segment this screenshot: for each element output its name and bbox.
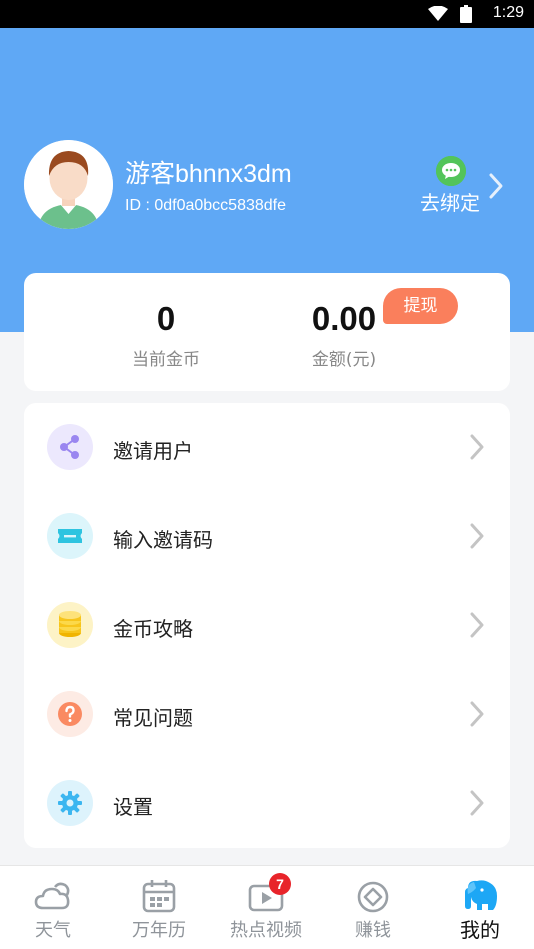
tab-label: 赚钱 (355, 920, 391, 941)
coins-icon (47, 602, 93, 648)
chevron-right-icon (470, 523, 484, 553)
menu-label: 金币攻略 (113, 617, 193, 641)
battery-icon (460, 5, 472, 27)
chevron-right-icon (488, 172, 504, 204)
menu-item-invite-users[interactable]: 邀请用户 (24, 403, 510, 492)
menu-item-faq[interactable]: 常见问题 (24, 670, 510, 759)
menu-item-settings[interactable]: 设置 (24, 759, 510, 848)
menu-label: 邀请用户 (113, 439, 193, 463)
coins-label: 当前金币 (132, 350, 200, 370)
bind-label: 去绑定 (420, 191, 480, 215)
menu-list: 邀请用户 输入邀请码 金币攻略 常见问题 设置 (24, 403, 510, 848)
earn-icon (353, 878, 393, 914)
chevron-right-icon (470, 612, 484, 642)
notification-badge: 7 (269, 873, 291, 895)
ticket-icon (47, 513, 93, 559)
user-id: ID : 0df0a0bcc5838dfe (125, 197, 287, 214)
elephant-icon (460, 878, 500, 914)
avatar[interactable] (24, 140, 113, 229)
status-bar: 1:29 (0, 0, 534, 28)
tab-calendar[interactable]: 万年历 (106, 866, 212, 949)
chevron-right-icon (470, 701, 484, 731)
chevron-right-icon (470, 434, 484, 464)
tab-label: 我的 (460, 918, 500, 942)
menu-item-coin-guide[interactable]: 金币攻略 (24, 581, 510, 670)
amount-label: 金额(元) (311, 350, 377, 370)
tab-mine[interactable]: 我的 (427, 866, 533, 949)
tab-hot-videos[interactable]: 7 热点视频 (213, 866, 319, 949)
question-icon (47, 691, 93, 737)
tab-weather[interactable]: 天气 (0, 866, 106, 949)
tab-earn[interactable]: 赚钱 (320, 866, 426, 949)
menu-item-enter-invite-code[interactable]: 输入邀请码 (24, 492, 510, 581)
wallet-card: 0 当前金币 0.00 金额(元) 提现 (24, 273, 510, 391)
menu-label: 设置 (113, 795, 153, 819)
calendar-icon (139, 878, 179, 914)
weather-icon (33, 878, 73, 914)
wifi-icon (428, 5, 448, 26)
settings-icon (47, 780, 93, 826)
tab-label: 万年历 (132, 920, 186, 941)
withdraw-button[interactable]: 提现 (383, 288, 458, 324)
status-time: 1:29 (492, 4, 524, 21)
menu-label: 输入邀请码 (113, 528, 213, 552)
coins-value: 0 (156, 300, 176, 337)
menu-label: 常见问题 (113, 706, 193, 730)
bind-wechat-button[interactable]: 去绑定 (418, 154, 518, 215)
tab-label: 热点视频 (230, 920, 302, 941)
share-icon (47, 424, 93, 470)
bottom-nav: 天气 万年历 7 热点视频 赚钱 我的 (0, 865, 534, 949)
coins-stat[interactable]: 0 当前金币 (96, 273, 236, 370)
chevron-right-icon (470, 790, 484, 820)
wechat-icon (436, 156, 466, 186)
username: 游客bhnnx3dm (125, 160, 292, 188)
tab-label: 天气 (35, 920, 71, 941)
